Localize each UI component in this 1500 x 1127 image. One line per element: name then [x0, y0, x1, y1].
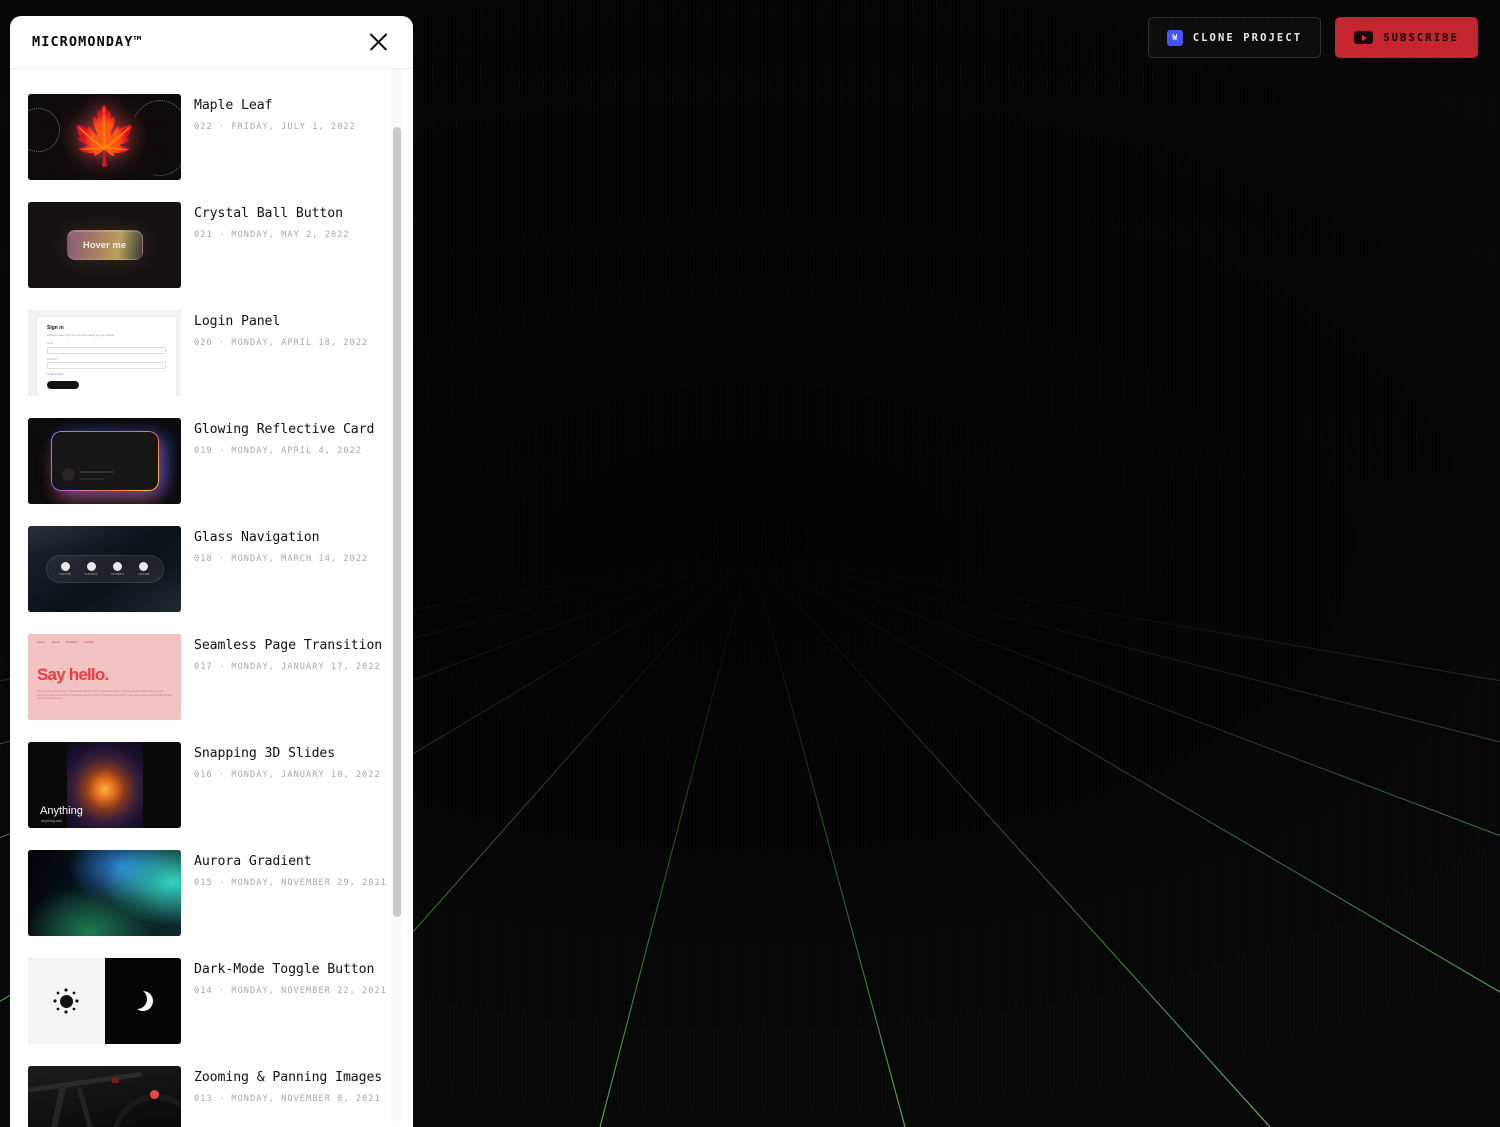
seamless-nav-item-preview: Home: [37, 640, 45, 644]
brand-title: MICROMONDAY™: [32, 34, 143, 50]
login-panel-art: Sign in Welcome back! Sign in to continue…: [28, 310, 181, 396]
maple-leaf-icon: 🍁: [69, 104, 140, 169]
list-item-title: Crystal Ball Button: [194, 206, 343, 221]
say-hello-heading-preview: Say hello.: [37, 665, 109, 684]
slide-caption-preview: Anything: [40, 805, 83, 817]
list-item-title: Snapping 3D Slides: [194, 746, 336, 761]
hover-me-button-preview: Hover me: [66, 230, 143, 260]
subscribe-button[interactable]: SUBSCRIBE: [1335, 17, 1478, 58]
aurora-gradient-art: [28, 850, 181, 936]
list-item[interactable]: Aurora Gradient 015 · MONDAY, NOVEMBER 29…: [10, 839, 413, 947]
glass-nav-item-preview: FACEBOOK: [84, 562, 98, 576]
youtube-icon: [1354, 31, 1374, 44]
list-item-title: Glowing Reflective Card: [194, 422, 375, 437]
glass-navigation-art: TWITTER FACEBOOK DRIBBBLE YOUTUBE: [28, 526, 181, 612]
list-item-date: 015 · MONDAY, NOVEMBER 29, 2021: [194, 877, 387, 888]
list-item-thumbnail[interactable]: Sign in Welcome back! Sign in to continue…: [28, 310, 181, 396]
list-item-date: 018 · MONDAY, MARCH 14, 2022: [194, 553, 369, 564]
seamless-body-preview: Lorem ipsum dolor sit amet, consectetur …: [37, 690, 172, 701]
list-item-thumbnail[interactable]: [28, 958, 181, 1044]
panel-header: MICROMONDAY™: [10, 16, 413, 69]
list-item[interactable]: Zooming & Panning Images 013 · MONDAY, NO…: [10, 1055, 413, 1127]
subscribe-label: SUBSCRIBE: [1383, 31, 1459, 44]
password-field-preview: [47, 362, 166, 369]
scrollbar-thumb[interactable]: [393, 127, 401, 917]
signin-button-preview: [47, 381, 79, 389]
list-item-thumbnail[interactable]: Hover me: [28, 202, 181, 288]
list-item[interactable]: Home About Portfolio Contact Say hello. Lorem…: [10, 623, 413, 731]
list-item-date: 013 · MONDAY, NOVEMBER 8, 2021: [194, 1093, 381, 1104]
app-root: W CLONE PROJECT SUBSCRIBE MICROMONDAY™ 🍁…: [0, 0, 1500, 1127]
dotted-circle-left-icon: [28, 108, 60, 152]
seamless-nav-item-preview: Contact: [83, 640, 94, 644]
list-item[interactable]: Glowing Reflective Card 019 · MONDAY, APR…: [10, 407, 413, 515]
project-list-panel: MICROMONDAY™ 🍁 Maple Leaf 022 · FRIDAY, JU…: [10, 16, 413, 1127]
clone-project-button[interactable]: W CLONE PROJECT: [1147, 17, 1322, 58]
crystal-ball-art: Hover me: [28, 202, 181, 288]
list-item-title: Aurora Gradient: [194, 854, 312, 869]
list-item-thumbnail[interactable]: [28, 1066, 181, 1127]
webflow-icon: W: [1166, 29, 1183, 46]
list-item[interactable]: Sign in Welcome back! Sign in to continue…: [10, 299, 413, 407]
moon-icon: [126, 989, 153, 1011]
project-list: 🍁 Maple Leaf 022 · FRIDAY, JULY 1, 2022 Hov…: [10, 83, 413, 1127]
clone-project-label: CLONE PROJECT: [1192, 31, 1303, 44]
seamless-transition-art: Home About Portfolio Contact Say hello. Lorem…: [28, 634, 181, 720]
list-item-title: Dark-Mode Toggle Button: [194, 962, 375, 977]
list-item[interactable]: 🍁 Maple Leaf 022 · FRIDAY, JULY 1, 2022: [10, 83, 413, 191]
list-item-title: Glass Navigation: [194, 530, 320, 545]
seamless-nav-item-preview: Portfolio: [66, 640, 77, 644]
glass-nav-item-preview: YOUTUBE: [138, 562, 150, 576]
list-item-thumbnail[interactable]: Anything anything.com: [28, 742, 181, 828]
list-item-title: Seamless Page Transition: [194, 638, 383, 653]
list-item-thumbnail[interactable]: 🍁: [28, 94, 181, 180]
zooming-panning-art: [28, 1066, 181, 1127]
list-item[interactable]: Dark-Mode Toggle Button 014 · MONDAY, NOV…: [10, 947, 413, 1055]
email-field-preview: [47, 346, 166, 354]
top-action-bar: W CLONE PROJECT SUBSCRIBE: [1147, 17, 1478, 58]
panel-scroll-area[interactable]: 🍁 Maple Leaf 022 · FRIDAY, JULY 1, 2022 Hov…: [10, 69, 413, 1127]
glass-nav-item-preview: TWITTER: [59, 562, 71, 576]
signin-subtitle-preview: Welcome back! Sign in to continue settin…: [47, 334, 115, 337]
list-item-title: Zooming & Panning Images: [194, 1070, 383, 1085]
glass-nav-item-preview: DRIBBBLE: [111, 562, 124, 576]
list-item[interactable]: Hover me Crystal Ball Button 021 · MONDAY,…: [10, 191, 413, 299]
list-item-thumbnail[interactable]: TWITTER FACEBOOK DRIBBBLE YOUTUBE: [28, 526, 181, 612]
close-icon[interactable]: [365, 29, 391, 55]
scrollbar-track[interactable]: [391, 69, 403, 1123]
list-item-date: 016 · MONDAY, JANUARY 10, 2022: [194, 769, 381, 780]
list-item-thumbnail[interactable]: Home About Portfolio Contact Say hello. Lorem…: [28, 634, 181, 720]
list-item[interactable]: Anything anything.com Snapping 3D Slides 01…: [10, 731, 413, 839]
list-item-date: 014 · MONDAY, NOVEMBER 22, 2021: [194, 985, 387, 996]
seamless-nav-item-preview: About: [51, 640, 60, 644]
list-item-date: 022 · FRIDAY, JULY 1, 2022: [194, 121, 356, 132]
signin-title-preview: Sign in: [47, 325, 64, 331]
glowing-card-art: [28, 418, 181, 504]
list-item-date: 020 · MONDAY, APRIL 18, 2022: [194, 337, 369, 348]
maple-leaf-art: 🍁: [28, 94, 181, 180]
slide-subcaption-preview: anything.com: [41, 819, 63, 823]
list-item-title: Maple Leaf: [194, 98, 273, 113]
dark-mode-toggle-art: [28, 958, 181, 1044]
list-item-date: 017 · MONDAY, JANUARY 17, 2022: [194, 661, 381, 672]
list-item[interactable]: TWITTER FACEBOOK DRIBBBLE YOUTUBE Glass Navi…: [10, 515, 413, 623]
hotspot-dot-icon: [150, 1090, 159, 1099]
list-item-thumbnail[interactable]: [28, 418, 181, 504]
list-item-thumbnail[interactable]: [28, 850, 181, 936]
snapping-slides-art: Anything anything.com: [28, 742, 181, 828]
list-item-date: 019 · MONDAY, APRIL 4, 2022: [194, 445, 363, 456]
list-item-date: 021 · MONDAY, MAY 2, 2022: [194, 229, 350, 240]
list-item-title: Login Panel: [194, 314, 281, 329]
sun-icon: [59, 994, 73, 1008]
